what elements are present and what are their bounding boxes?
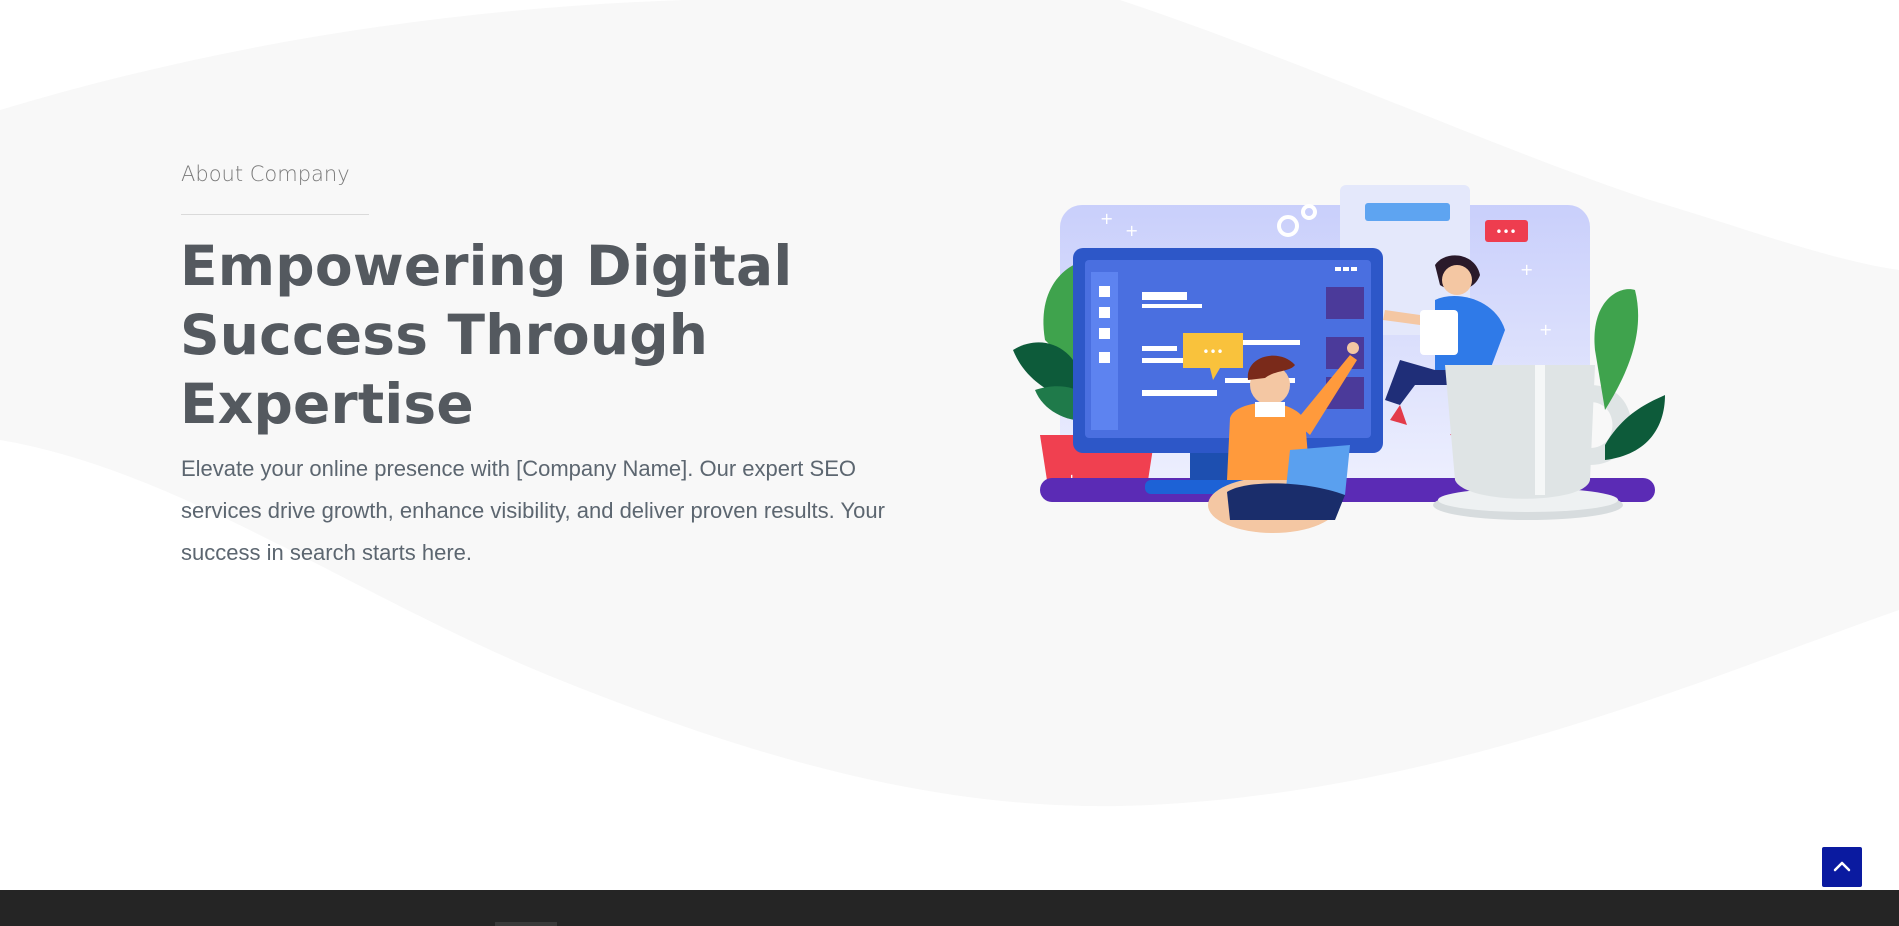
eyebrow-divider — [181, 214, 369, 215]
svg-text:•••: ••• — [1495, 225, 1516, 239]
svg-text:+: + — [1539, 320, 1552, 339]
svg-text:•••: ••• — [1202, 345, 1223, 359]
headline-line-1: Empowering Digital — [180, 234, 793, 298]
footer-bar — [0, 890, 1899, 926]
svg-text:+: + — [1520, 260, 1533, 279]
headline-line-2: Success Through — [180, 303, 709, 367]
chevron-up-icon — [1833, 861, 1851, 872]
footer-element — [495, 922, 557, 926]
scroll-to-top-button[interactable] — [1822, 847, 1862, 887]
seo-team-computer-illustration: + + + + ••• + — [1013, 185, 1665, 533]
headline-line-3: Expertise — [180, 372, 474, 436]
section-eyebrow: About Company — [181, 162, 350, 186]
about-description: Elevate your online presence with [Compa… — [181, 456, 885, 565]
page-title: Empowering Digital Success Through Exper… — [180, 232, 820, 439]
svg-text:+: + — [1100, 209, 1113, 228]
about-company-section: About Company Empowering Digital Success… — [0, 0, 1899, 890]
svg-text:+: + — [1125, 221, 1138, 240]
